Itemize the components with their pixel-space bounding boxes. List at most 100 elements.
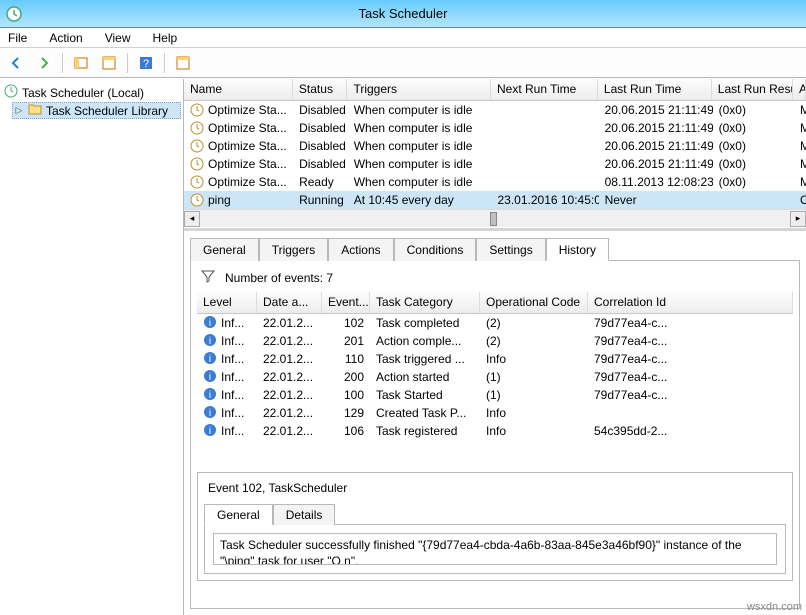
task-result — [713, 199, 794, 201]
task-row[interactable]: pingRunningAt 10:45 every day23.01.2016 … — [184, 191, 806, 209]
navigation-tree[interactable]: Task Scheduler (Local) ▷ Task Scheduler … — [0, 79, 184, 615]
history-row[interactable]: iInf...22.01.2...100Task Started(1)79d77… — [197, 386, 793, 404]
hcol-eid[interactable]: Event... — [322, 292, 370, 313]
task-row[interactable]: Optimize Sta...DisabledWhen computer is … — [184, 101, 806, 119]
hcol-cat[interactable]: Task Category — [370, 292, 480, 313]
menu-view[interactable]: View — [101, 30, 135, 45]
menu-bar: File Action View Help — [0, 28, 806, 48]
tab-actions[interactable]: Actions — [328, 238, 393, 261]
history-eid: 100 — [322, 387, 370, 403]
history-date: 22.01.2... — [257, 369, 322, 385]
tab-triggers[interactable]: Triggers — [259, 238, 329, 261]
scroll-left-icon[interactable]: ◂ — [184, 211, 200, 227]
col-author[interactable]: Au — [793, 79, 806, 100]
tree-library[interactable]: ▷ Task Scheduler Library — [12, 102, 181, 119]
title-bar: Task Scheduler — [0, 0, 806, 28]
tab-general[interactable]: General — [190, 238, 259, 261]
svg-text:?: ? — [143, 58, 149, 70]
history-level: Inf... — [221, 352, 244, 366]
history-cor — [588, 412, 793, 414]
tab-history[interactable]: History — [546, 238, 609, 261]
history-op: (1) — [480, 387, 588, 403]
history-row[interactable]: iInf...22.01.2...102Task completed(2)79d… — [197, 314, 793, 332]
event-message: Task Scheduler successfully finished "{7… — [213, 533, 777, 565]
task-trigger: When computer is idle — [348, 156, 492, 172]
refresh-button[interactable] — [171, 51, 195, 75]
history-cat: Task registered — [370, 423, 480, 439]
col-last-result[interactable]: Last Run Result — [712, 79, 793, 100]
history-eid: 110 — [322, 351, 370, 367]
col-triggers[interactable]: Triggers — [347, 79, 491, 100]
history-eid: 106 — [322, 423, 370, 439]
task-author: Mi — [794, 156, 806, 172]
clock-icon — [4, 84, 18, 101]
info-icon: i — [203, 387, 217, 404]
history-level: Inf... — [221, 424, 244, 438]
task-next — [491, 109, 598, 111]
history-op: (1) — [480, 369, 588, 385]
expand-icon[interactable]: ▷ — [14, 105, 24, 116]
hcol-op[interactable]: Operational Code — [480, 292, 588, 313]
task-list[interactable]: Name Status Triggers Next Run Time Last … — [184, 79, 806, 228]
history-op: Info — [480, 351, 588, 367]
help-button[interactable]: ? — [134, 51, 158, 75]
event-tab-general[interactable]: General — [204, 504, 273, 525]
forward-button[interactable] — [32, 51, 56, 75]
task-row[interactable]: Optimize Sta...ReadyWhen computer is idl… — [184, 173, 806, 191]
horizontal-scrollbar[interactable]: ◂ ▸ — [184, 209, 806, 227]
task-row[interactable]: Optimize Sta...DisabledWhen computer is … — [184, 155, 806, 173]
properties-button[interactable] — [97, 51, 121, 75]
history-level: Inf... — [221, 370, 244, 384]
col-name[interactable]: Name — [184, 79, 293, 100]
filter-icon[interactable] — [201, 269, 215, 286]
task-status: Disabled — [293, 138, 348, 154]
hcol-level[interactable]: Level — [197, 292, 257, 313]
task-last: 20.06.2015 21:11:49 — [599, 102, 713, 118]
hcol-cor[interactable]: Correlation Id — [588, 292, 793, 313]
task-row[interactable]: Optimize Sta...DisabledWhen computer is … — [184, 119, 806, 137]
history-date: 22.01.2... — [257, 423, 322, 439]
scroll-right-icon[interactable]: ▸ — [790, 211, 806, 227]
history-header: Level Date a... Event... Task Category O… — [197, 292, 793, 314]
history-row[interactable]: iInf...22.01.2...201Action comple...(2)7… — [197, 332, 793, 350]
info-icon: i — [203, 333, 217, 350]
menu-file[interactable]: File — [4, 30, 31, 45]
task-result: (0x0) — [713, 102, 794, 118]
svg-text:i: i — [209, 336, 211, 347]
scroll-thumb[interactable] — [490, 212, 497, 226]
info-icon: i — [203, 369, 217, 386]
event-tab-details[interactable]: Details — [273, 504, 336, 525]
menu-action[interactable]: Action — [45, 30, 86, 45]
task-next — [491, 127, 598, 129]
history-row[interactable]: iInf...22.01.2...200Action started(1)79d… — [197, 368, 793, 386]
task-author: Mi — [794, 138, 806, 154]
history-date: 22.01.2... — [257, 351, 322, 367]
task-trigger: When computer is idle — [348, 174, 492, 190]
back-button[interactable] — [4, 51, 28, 75]
col-status[interactable]: Status — [293, 79, 348, 100]
hcol-date[interactable]: Date a... — [257, 292, 322, 313]
folder-icon — [28, 103, 42, 118]
tree-root[interactable]: Task Scheduler (Local) — [2, 83, 181, 102]
history-row[interactable]: iInf...22.01.2...129Created Task P...Inf… — [197, 404, 793, 422]
svg-text:i: i — [209, 408, 211, 419]
watermark: wsxdn.com — [747, 601, 802, 613]
task-row[interactable]: Optimize Sta...DisabledWhen computer is … — [184, 137, 806, 155]
task-status: Disabled — [293, 156, 348, 172]
col-next-run[interactable]: Next Run Time — [491, 79, 598, 100]
separator — [62, 53, 63, 73]
history-date: 22.01.2... — [257, 333, 322, 349]
task-name: Optimize Sta... — [208, 139, 287, 153]
menu-help[interactable]: Help — [149, 30, 182, 45]
event-detail: Event 102, TaskScheduler General Details… — [197, 472, 793, 581]
history-cat: Task completed — [370, 315, 480, 331]
show-hide-tree-button[interactable] — [69, 51, 93, 75]
tab-settings[interactable]: Settings — [476, 238, 545, 261]
tab-conditions[interactable]: Conditions — [394, 238, 477, 261]
clock-icon — [190, 175, 204, 189]
svg-text:i: i — [209, 390, 211, 401]
history-row[interactable]: iInf...22.01.2...106Task registeredInfo5… — [197, 422, 793, 440]
col-last-run[interactable]: Last Run Time — [598, 79, 712, 100]
task-next — [491, 145, 598, 147]
history-row[interactable]: iInf...22.01.2...110Task triggered ...In… — [197, 350, 793, 368]
